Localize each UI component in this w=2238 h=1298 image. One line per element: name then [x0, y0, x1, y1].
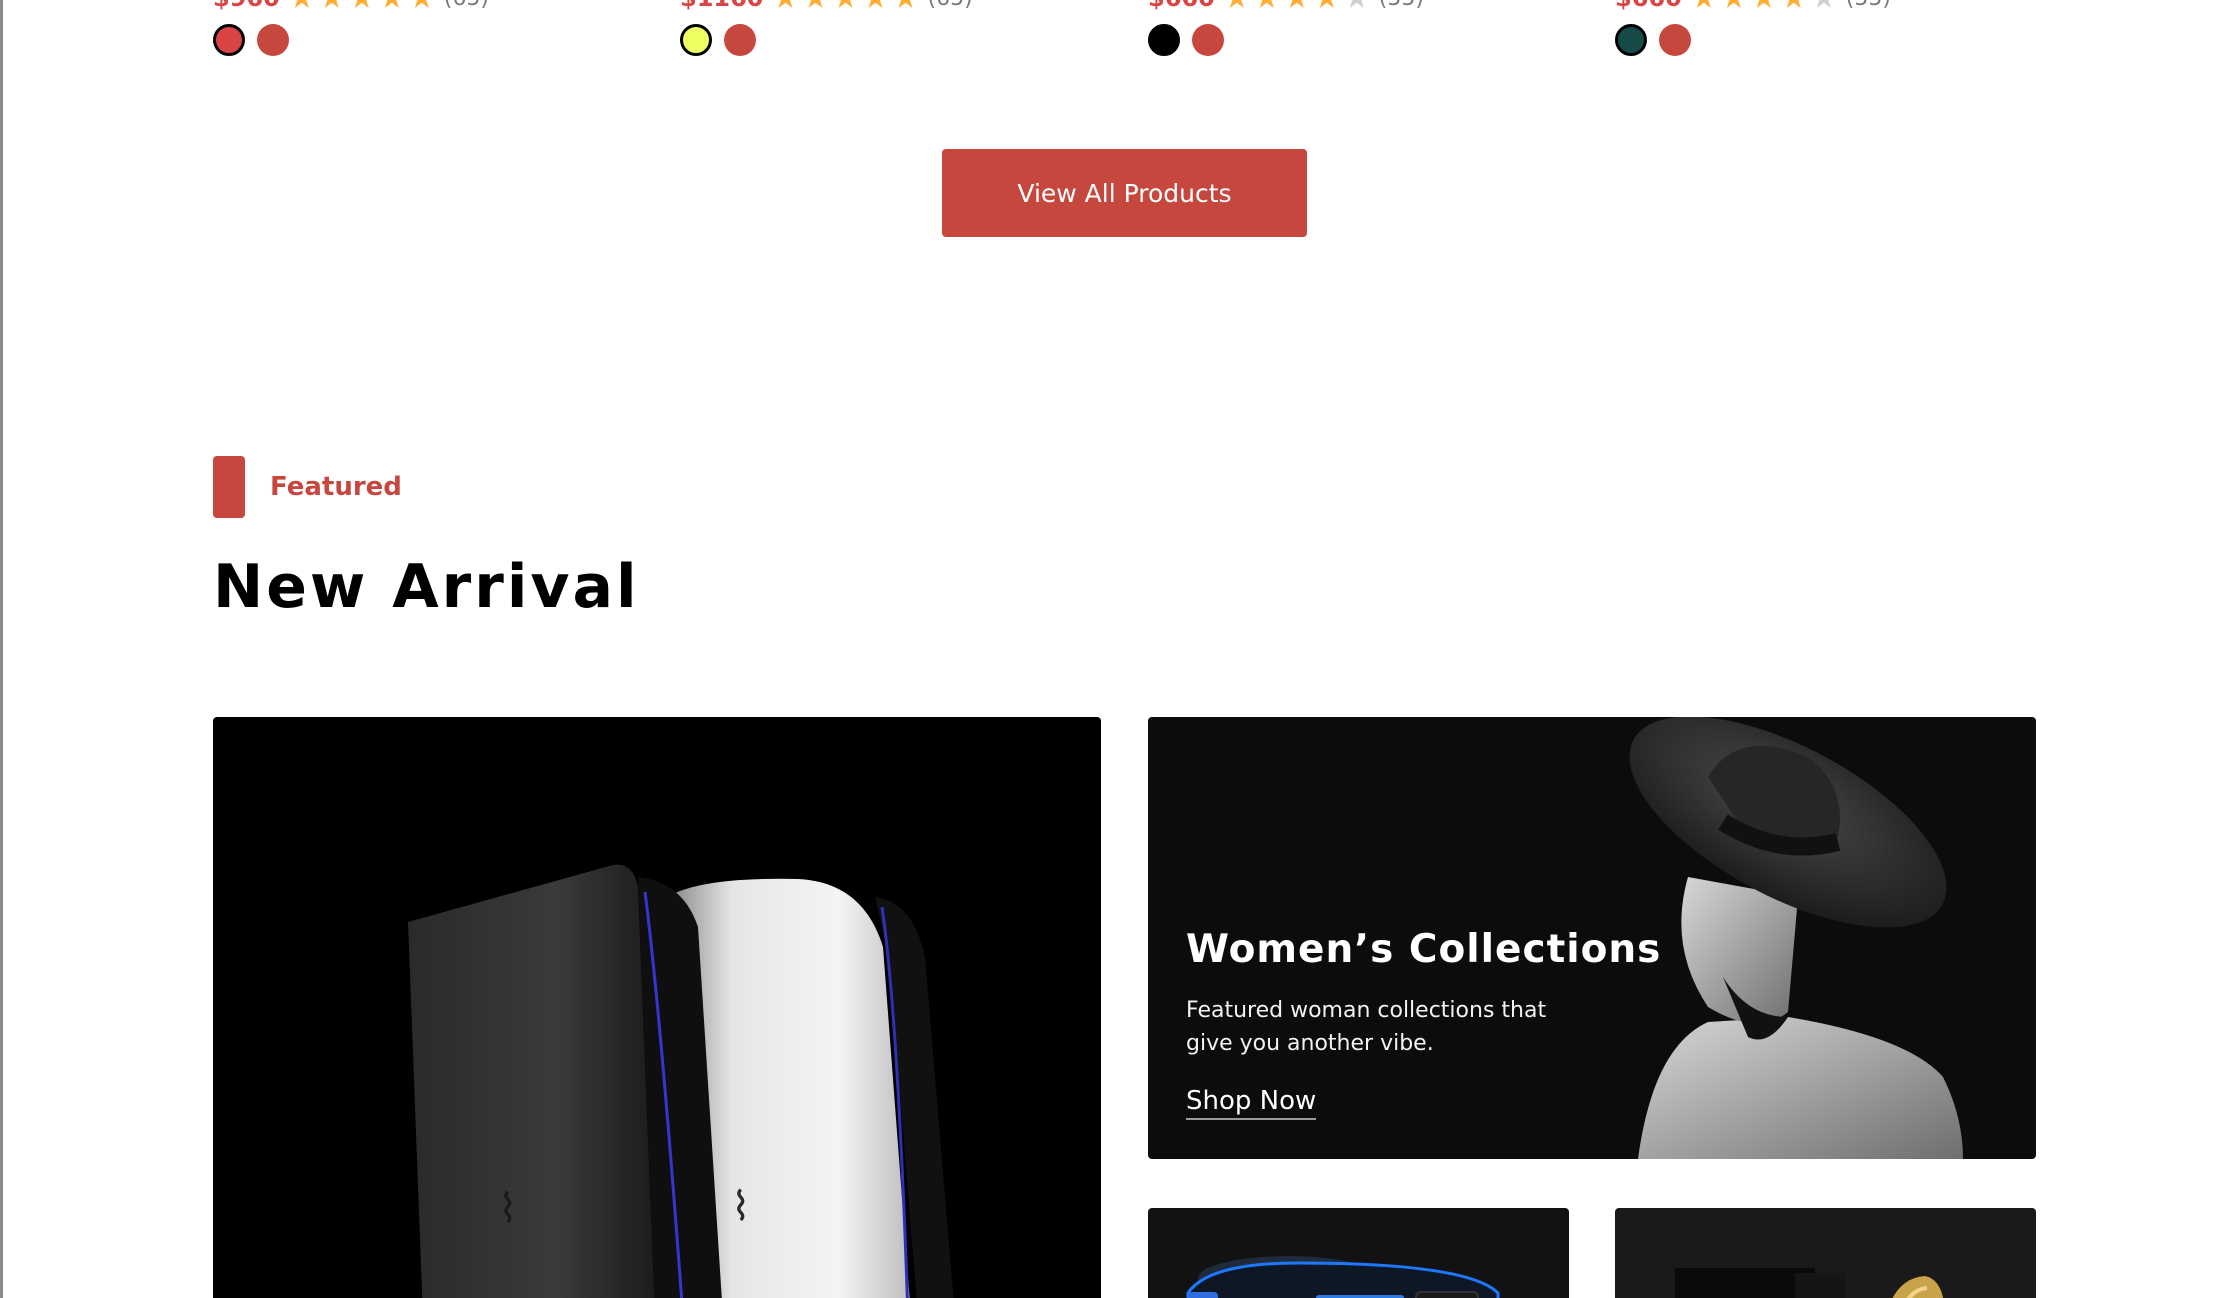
- product-strip: $960 (65) $1160 (65) $660: [0, 0, 2238, 70]
- svg-text:⌇: ⌇: [731, 1184, 751, 1230]
- product-price: $1160: [680, 0, 764, 10]
- color-swatches: [680, 24, 756, 56]
- product-card[interactable]: $1160 (65): [680, 0, 1000, 70]
- product-card[interactable]: $660 (55): [1615, 0, 1935, 70]
- perfume-promo-card[interactable]: [1615, 1208, 2036, 1298]
- star-icon: [410, 0, 434, 8]
- rating-stars: [1225, 0, 1369, 10]
- tag-marker: [213, 456, 245, 518]
- ps5-promo-card[interactable]: ⌇ ⌇: [213, 717, 1101, 1298]
- svg-text:⌇: ⌇: [498, 1186, 518, 1232]
- star-icon: [1255, 0, 1279, 8]
- window-left-edge: [0, 0, 3, 1298]
- speakers-image: [1186, 1256, 1500, 1298]
- color-swatches: [1615, 24, 1691, 56]
- star-icon: [380, 0, 404, 8]
- price-rating-row: $660 (55): [1148, 0, 1424, 11]
- star-icon: [290, 0, 314, 8]
- rating-stars: [773, 0, 918, 10]
- section-title: New Arrival: [213, 552, 640, 622]
- star-icon: [773, 0, 798, 8]
- color-swatch-selected[interactable]: [1615, 24, 1647, 56]
- price-rating-row: $960 (65): [213, 0, 489, 11]
- star-icon: [1285, 0, 1309, 8]
- perfume-image: [1675, 1268, 1944, 1298]
- star-half-icon: [1812, 0, 1836, 8]
- review-count: (55): [1379, 0, 1424, 11]
- womens-collection-title: Women’s Collections: [1186, 927, 1662, 972]
- price-rating-row: $1160 (65): [680, 0, 973, 11]
- review-count: (55): [1846, 0, 1891, 11]
- star-icon: [863, 0, 888, 8]
- product-price: $660: [1615, 0, 1682, 10]
- review-count: (65): [444, 0, 489, 11]
- womens-collection-description: Featured woman collections that give you…: [1186, 998, 1547, 1056]
- color-swatch[interactable]: [257, 24, 289, 56]
- star-icon: [1722, 0, 1746, 8]
- star-icon: [350, 0, 374, 8]
- color-swatch[interactable]: [1192, 24, 1224, 56]
- ps5-console-image: ⌇ ⌇: [408, 864, 954, 1298]
- star-icon: [803, 0, 828, 8]
- color-swatches: [213, 24, 289, 56]
- color-swatch-selected[interactable]: [1148, 24, 1180, 56]
- star-icon: [1782, 0, 1806, 8]
- color-swatch[interactable]: [1659, 24, 1691, 56]
- product-card[interactable]: $960 (65): [213, 0, 533, 70]
- color-swatch[interactable]: [724, 24, 756, 56]
- section-tag: Featured: [213, 456, 402, 518]
- womens-collection-text: Women’s Collections Featured woman colle…: [1186, 927, 1661, 1120]
- price-rating-row: $660 (55): [1615, 0, 1891, 11]
- color-swatch-selected[interactable]: [213, 24, 245, 56]
- star-icon: [1315, 0, 1339, 8]
- speakers-promo-card[interactable]: [1148, 1208, 1569, 1298]
- view-all-products-button[interactable]: View All Products: [942, 149, 1307, 237]
- star-icon: [1225, 0, 1249, 8]
- womens-collection-card[interactable]: Women’s Collections Featured woman colle…: [1148, 717, 2036, 1159]
- star-half-icon: [1345, 0, 1369, 8]
- color-swatches: [1148, 24, 1224, 56]
- product-card[interactable]: $660 (55): [1148, 0, 1468, 70]
- rating-stars: [290, 0, 434, 10]
- section-tag-label: Featured: [270, 472, 402, 502]
- star-icon: [833, 0, 858, 8]
- rating-stars: [1692, 0, 1836, 10]
- star-icon: [320, 0, 344, 8]
- review-count: (65): [928, 0, 973, 11]
- shop-now-link[interactable]: Shop Now: [1186, 1086, 1317, 1120]
- product-price: $660: [1148, 0, 1215, 10]
- star-icon: [893, 0, 918, 8]
- product-price: $960: [213, 0, 280, 10]
- star-icon: [1752, 0, 1776, 8]
- color-swatch-selected[interactable]: [680, 24, 712, 56]
- star-icon: [1692, 0, 1716, 8]
